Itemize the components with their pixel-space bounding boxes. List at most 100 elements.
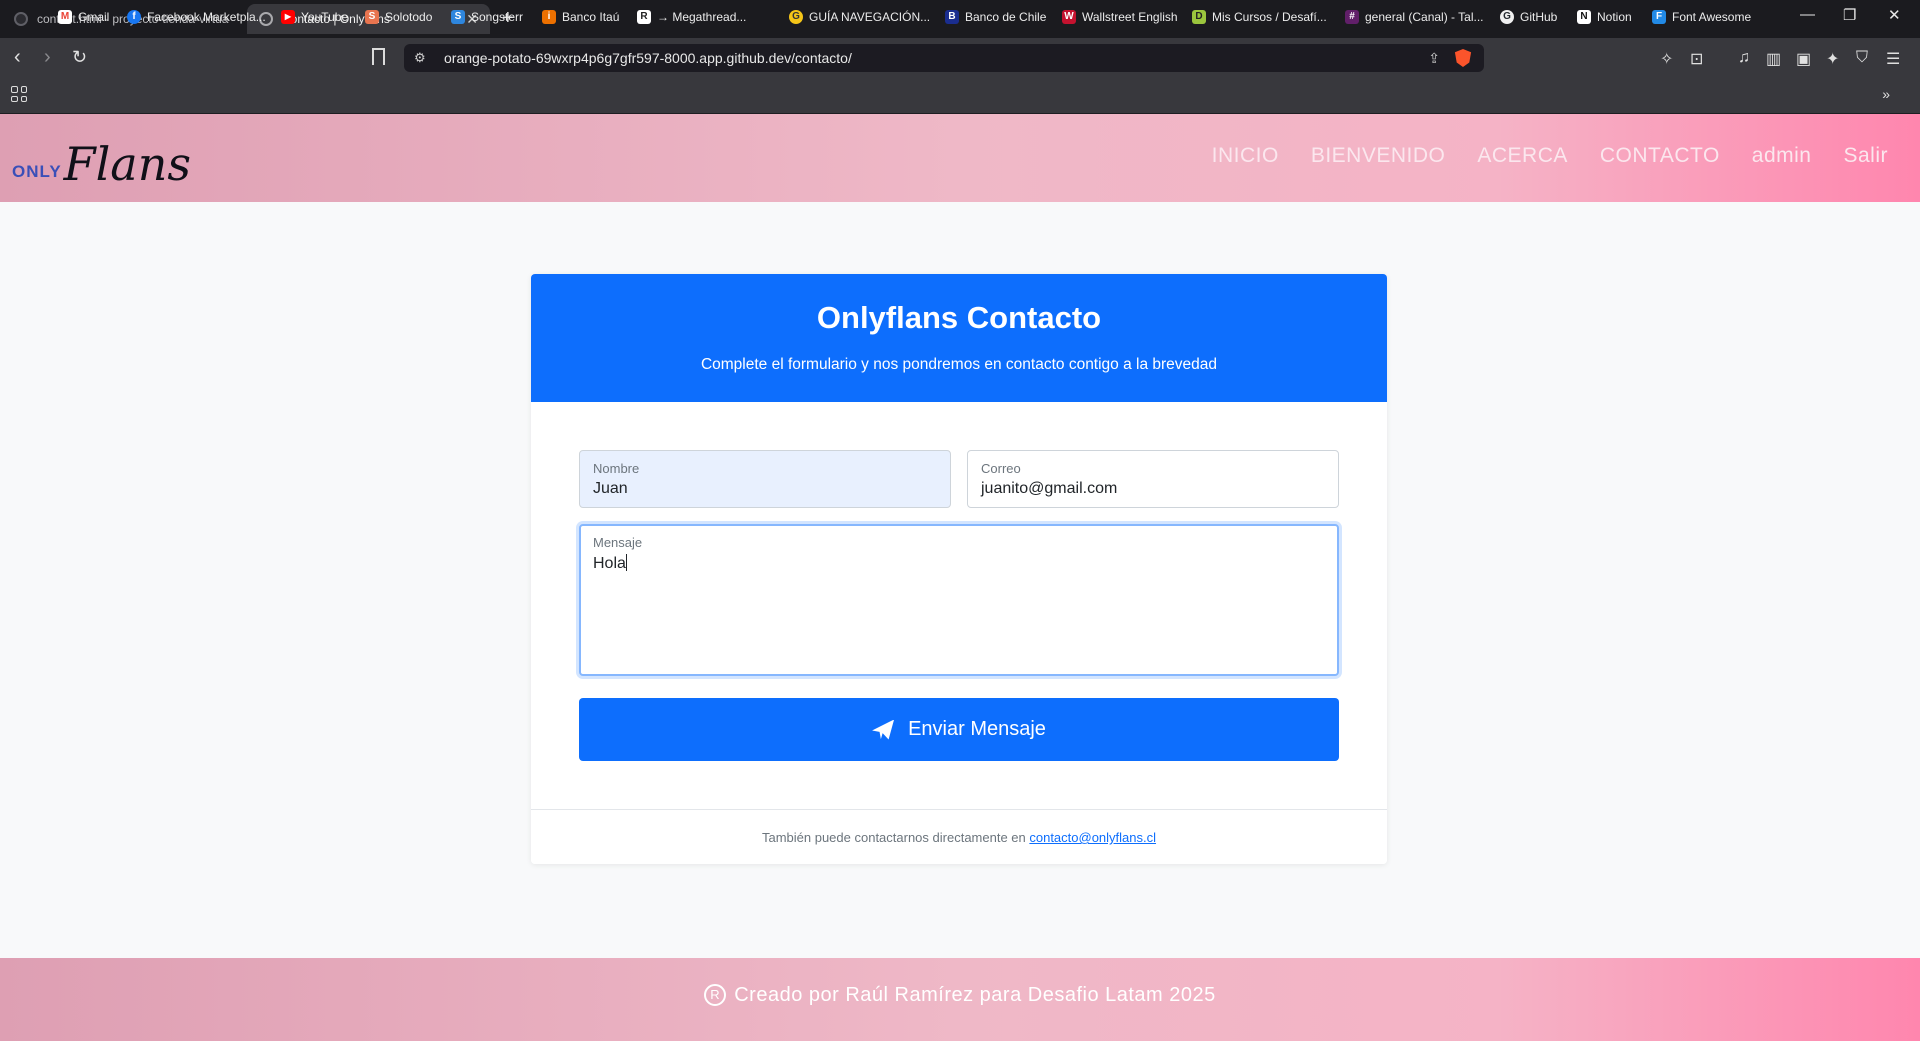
bookmark-font-awesome[interactable]: F Font Awesome (1652, 10, 1751, 24)
bookmark-songsterr[interactable]: S Songsterr (451, 10, 523, 24)
bookmark-github[interactable]: G GitHub (1500, 10, 1557, 24)
bookmark-label: GitHub (1520, 10, 1558, 24)
footer-contact-text: También puede contactarnos directamente … (761, 830, 1030, 845)
leo-ai-icon[interactable]: ✦ (1826, 49, 1839, 69)
bookmark-slack[interactable]: # general (Canal) - Tal... (1345, 10, 1484, 24)
bookmark-notion[interactable]: N Notion (1577, 10, 1632, 24)
banco-chile-icon: B (945, 10, 959, 24)
nav-bienvenido[interactable]: BIENVENIDO (1311, 144, 1446, 168)
email-label: Correo (981, 461, 1021, 476)
bookmark-label: Facebook Marketpla... (147, 10, 266, 24)
email-field[interactable]: Correo juanito@gmail.com (967, 450, 1339, 508)
nav-links: INICIO BIENVENIDO ACERCA CONTACTO admin … (1180, 144, 1888, 168)
desafio-icon: D (1192, 10, 1206, 24)
github-icon: G (1500, 10, 1514, 24)
address-bar[interactable]: ⚙ orange-potato-69wxrp4p6g7gfr597-8000.a… (404, 44, 1484, 72)
page-title: Onlyflans Contacto (816, 300, 1102, 335)
paper-plane-icon (872, 719, 895, 740)
bookmarks-bar (0, 78, 1920, 114)
bookmark-label: GUÍA NAVEGACIÓN... (809, 10, 931, 24)
nav-contacto[interactable]: CONTACTO (1600, 144, 1720, 168)
site-settings-icon[interactable]: ⚙ (414, 50, 432, 66)
slack-icon: # (1345, 10, 1359, 24)
browser-toolbar: ‹ › ↻ ⚙ orange-potato-69wxrp4p6g7gfr597-… (0, 38, 1920, 78)
email-input[interactable]: juanito@gmail.com (981, 480, 1117, 498)
more-bookmarks-icon[interactable]: » (1882, 86, 1890, 102)
bookmark-icon[interactable] (372, 48, 385, 65)
github-icon (14, 12, 28, 26)
restore-icon[interactable]: ❐ (1843, 6, 1856, 24)
bookmark-label: Songsterr (471, 10, 524, 24)
message-label: Mensaje (593, 535, 643, 550)
close-window-icon[interactable]: ✕ (1888, 6, 1901, 24)
share-icon[interactable]: ⇪ (1428, 50, 1440, 67)
page-subtitle: Complete el formulario y nos pondremos e… (700, 356, 1218, 373)
bookmark-youtube[interactable]: ▶ YouTube (281, 10, 348, 24)
guide-icon: G (789, 10, 803, 24)
brave-shields-icon[interactable] (1454, 49, 1472, 67)
bookmark-label: Notion (1597, 10, 1632, 24)
nav-inicio[interactable]: INICIO (1212, 144, 1279, 168)
reddit-icon: R (637, 10, 651, 24)
bookmark-label: Gmail (78, 10, 110, 24)
bookmark-mis-cursos[interactable]: D Mis Cursos / Desafí... (1192, 10, 1327, 24)
media-icon[interactable]: ♫ (1738, 49, 1750, 67)
registered-icon: R (704, 984, 727, 1006)
screenshot-icon[interactable]: ⊡ (1690, 49, 1703, 69)
logo-prefix: ONLY (12, 162, 62, 181)
bookmark-solotodo[interactable]: S Solotodo (365, 10, 432, 24)
text-caret (625, 554, 627, 571)
bookmark-wallstreet[interactable]: W Wallstreet English (1062, 10, 1178, 24)
bookmark-label: Mis Cursos / Desafí... (1212, 10, 1327, 24)
bookmark-gmail[interactable]: M Gmail (58, 10, 109, 24)
bookmark-label: Wallstreet English (1082, 10, 1178, 24)
vpn-icon[interactable]: ⛉ (1856, 49, 1868, 67)
browser-window: contact.html - proyecto-tienda-virtua Co… (0, 0, 1920, 1041)
footer-credit: Creado por Raúl Ramírez para Desafio Lat… (734, 984, 1216, 1006)
songsterr-icon: S (451, 10, 465, 24)
nav-acerca[interactable]: ACERCA (1477, 144, 1568, 168)
message-textarea[interactable]: Hola (593, 554, 627, 573)
contact-email-link[interactable]: contacto@onlyflans.cl (1029, 830, 1156, 845)
font-awesome-icon: F (1652, 10, 1666, 24)
message-field[interactable]: Mensaje Hola (579, 524, 1339, 676)
bookmark-label: Font Awesome (1672, 10, 1752, 24)
nav-salir[interactable]: Salir (1843, 144, 1888, 168)
name-field[interactable]: Nombre Juan (579, 450, 951, 508)
extensions-icon[interactable]: ✧ (1660, 49, 1673, 69)
itau-icon: i (542, 10, 556, 24)
card-footer: También puede contactarnos directamente … (531, 809, 1387, 864)
wallet-icon[interactable]: ▣ (1796, 49, 1811, 69)
send-button-label: Enviar Mensaje (908, 718, 1046, 740)
menu-icon[interactable]: ☰ (1886, 49, 1900, 69)
gmail-icon: M (58, 10, 72, 24)
back-icon[interactable]: ‹ (14, 46, 21, 68)
site-logo[interactable]: ONLY Flans (12, 130, 191, 190)
youtube-icon: ▶ (281, 10, 295, 24)
bookmark-label: Banco Itaú (562, 10, 620, 24)
bookmark-label: → Megathread... (657, 10, 747, 24)
minimize-icon[interactable]: — (1800, 6, 1815, 23)
notion-icon: N (1577, 10, 1591, 24)
bookmark-megathread[interactable]: R → Megathread... (637, 10, 746, 24)
bookmark-facebook[interactable]: f Facebook Marketpla... (127, 10, 266, 24)
send-message-button[interactable]: Enviar Mensaje (579, 698, 1339, 761)
bookmark-guia-navegacion[interactable]: G GUÍA NAVEGACIÓN... (789, 10, 930, 24)
apps-grid-icon[interactable] (11, 86, 27, 102)
url-text[interactable]: orange-potato-69wxrp4p6g7gfr597-8000.app… (444, 50, 1428, 66)
sidebar-icon[interactable]: ▥ (1766, 49, 1781, 69)
bookmark-banco-chile[interactable]: B Banco de Chile (945, 10, 1046, 24)
name-input[interactable]: Juan (593, 480, 628, 498)
nav-admin[interactable]: admin (1752, 144, 1812, 168)
site-navbar: ONLY Flans INICIO BIENVENIDO ACERCA CONT… (0, 114, 1920, 202)
bookmark-label: Banco de Chile (965, 10, 1047, 24)
bookmark-label: YouTube (301, 10, 349, 24)
bookmark-banco-itau[interactable]: i Banco Itaú (542, 10, 619, 24)
reload-icon[interactable]: ↻ (72, 46, 87, 68)
page-viewport: ONLY Flans INICIO BIENVENIDO ACERCA CONT… (0, 114, 1920, 1041)
card-header: Onlyflans Contacto Complete el formulari… (531, 274, 1387, 402)
solotodo-icon: S (365, 10, 379, 24)
message-text: Hola (593, 555, 626, 572)
bookmark-label: general (Canal) - Tal... (1365, 10, 1484, 24)
forward-icon[interactable]: › (44, 46, 51, 68)
